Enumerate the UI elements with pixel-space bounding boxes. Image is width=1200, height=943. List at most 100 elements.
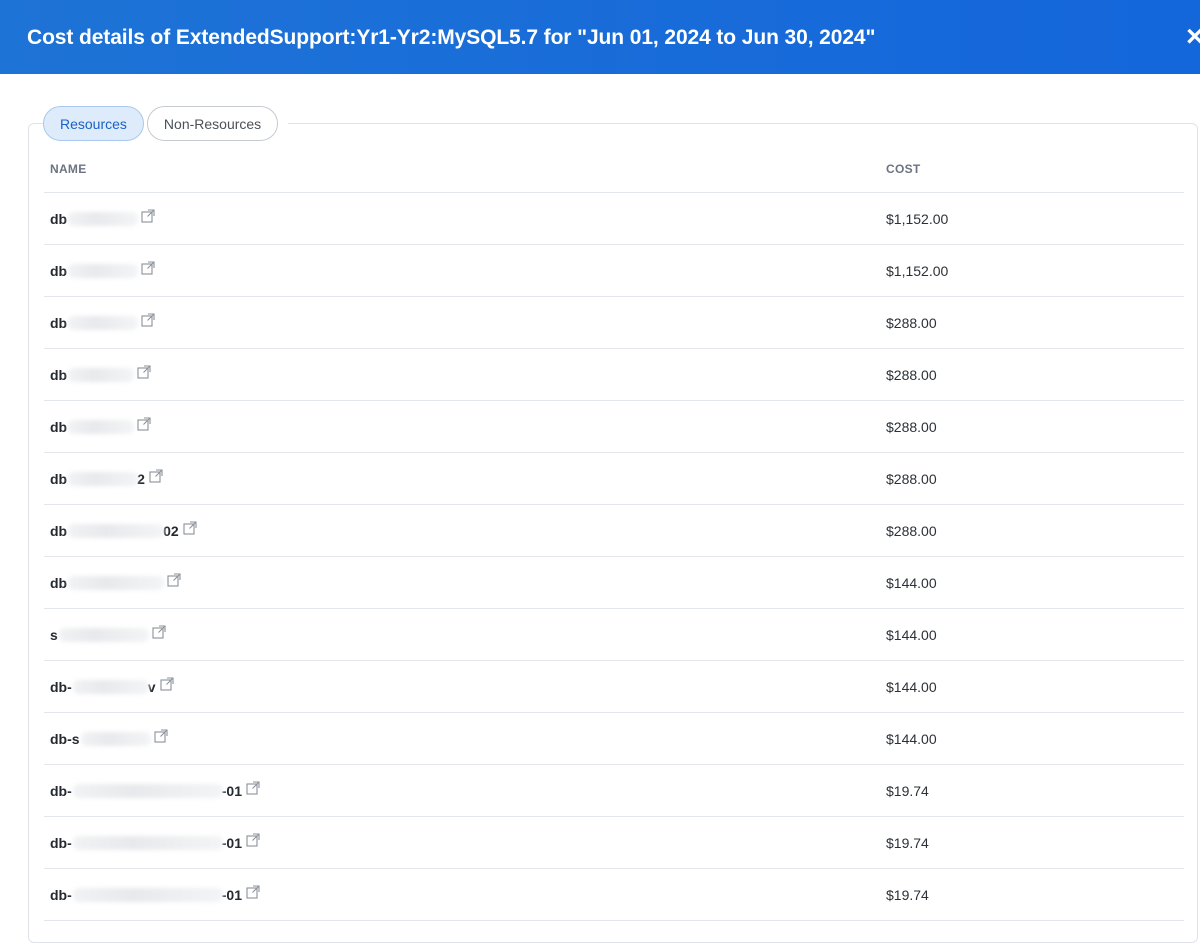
cost-value: $144.00 xyxy=(886,627,937,643)
tab-non-resources[interactable]: Non-Resources xyxy=(146,106,279,141)
resource-name-prefix: db xyxy=(50,315,68,331)
table-row: db- -01 $19.74 xyxy=(44,765,1184,817)
resource-name-prefix: db xyxy=(50,471,68,487)
redacted-text xyxy=(72,888,223,902)
table-row: db $1,152.00 xyxy=(44,245,1184,297)
cost-value: $288.00 xyxy=(886,471,937,487)
resource-name[interactable]: db xyxy=(50,261,155,279)
external-link-icon[interactable] xyxy=(246,885,260,899)
external-link-icon[interactable] xyxy=(154,729,168,743)
table-row: db-s $144.00 xyxy=(44,713,1184,765)
redacted-text xyxy=(58,628,149,642)
table-row: db $1,152.00 xyxy=(44,193,1184,245)
table-row: db $144.00 xyxy=(44,557,1184,609)
resource-name[interactable]: db xyxy=(50,209,155,227)
cost-value: $144.00 xyxy=(886,575,937,591)
resource-name[interactable]: db- -01 xyxy=(50,885,260,903)
cost-value: $288.00 xyxy=(886,315,937,331)
tab-bar: Resources Non-Resources xyxy=(43,106,289,142)
table-row: db- -01 $19.74 xyxy=(44,817,1184,869)
external-link-icon[interactable] xyxy=(183,521,197,535)
resource-name-prefix: db xyxy=(50,263,68,279)
cost-value: $288.00 xyxy=(886,523,937,539)
redacted-text xyxy=(68,264,139,278)
resource-name-suffix: v xyxy=(147,679,156,695)
external-link-icon[interactable] xyxy=(246,833,260,847)
column-header-name[interactable]: NAME xyxy=(50,162,87,176)
redacted-text xyxy=(80,732,151,746)
external-link-icon[interactable] xyxy=(160,677,174,691)
resource-name[interactable]: db xyxy=(50,365,151,383)
external-link-icon[interactable] xyxy=(149,469,163,483)
resource-name-prefix: db xyxy=(50,211,68,227)
resource-name[interactable]: db-v xyxy=(50,677,174,695)
cost-value: $144.00 xyxy=(886,731,937,747)
table-row: db 02 $288.00 xyxy=(44,505,1184,557)
cost-value: $19.74 xyxy=(886,887,929,903)
external-link-icon[interactable] xyxy=(141,313,155,327)
table-row: db $288.00 xyxy=(44,349,1184,401)
resource-name-prefix: db- xyxy=(50,835,72,851)
table-header: NAME COST xyxy=(44,142,1184,193)
column-header-cost[interactable]: COST xyxy=(886,162,921,176)
resource-name[interactable]: db- -01 xyxy=(50,781,260,799)
resource-name-prefix: db-s xyxy=(50,731,80,747)
resource-name-suffix: -01 xyxy=(221,887,242,903)
resource-name-prefix: db xyxy=(50,419,68,435)
cost-value: $19.74 xyxy=(886,835,929,851)
resource-name[interactable]: db xyxy=(50,417,151,435)
table-row: db $288.00 xyxy=(44,401,1184,453)
external-link-icon[interactable] xyxy=(141,209,155,223)
resource-name[interactable]: db-s xyxy=(50,729,168,747)
resource-name[interactable]: db 2 xyxy=(50,469,163,487)
cost-value: $288.00 xyxy=(886,367,937,383)
redacted-text xyxy=(72,680,149,694)
redacted-text xyxy=(68,576,165,590)
resource-name-prefix: db- xyxy=(50,887,72,903)
cost-value: $19.74 xyxy=(886,783,929,799)
redacted-text xyxy=(68,420,135,434)
redacted-text xyxy=(72,836,223,850)
resource-name[interactable]: db 02 xyxy=(50,521,197,539)
resource-name-suffix: -01 xyxy=(221,835,242,851)
cost-value: $1,152.00 xyxy=(886,211,949,227)
tab-resources[interactable]: Resources xyxy=(43,106,144,141)
cost-value: $288.00 xyxy=(886,419,937,435)
table-body: db $1,152.00 db $1,152.00 db $288.00 db $288.00… xyxy=(44,193,1184,921)
resource-name-prefix: db xyxy=(50,523,68,539)
external-link-icon[interactable] xyxy=(246,781,260,795)
resource-name-suffix: -01 xyxy=(221,783,242,799)
table-row: s $144.00 xyxy=(44,609,1184,661)
external-link-icon[interactable] xyxy=(137,417,151,431)
resource-name-prefix: s xyxy=(50,627,58,643)
redacted-text xyxy=(68,212,139,226)
table-row: db- -01 $19.74 xyxy=(44,869,1184,921)
external-link-icon[interactable] xyxy=(152,625,166,639)
redacted-text xyxy=(68,316,139,330)
cost-value: $1,152.00 xyxy=(886,263,949,279)
external-link-icon[interactable] xyxy=(167,573,181,587)
redacted-text xyxy=(68,472,139,486)
resource-name[interactable]: db xyxy=(50,313,155,331)
table-row: db-v $144.00 xyxy=(44,661,1184,713)
resource-name-prefix: db- xyxy=(50,679,72,695)
resource-name[interactable]: db xyxy=(50,573,181,591)
resource-name-prefix: db xyxy=(50,575,68,591)
redacted-text xyxy=(68,524,165,538)
resource-name-suffix: 2 xyxy=(137,471,145,487)
cost-table: NAME COST db $1,152.00 db $1,152.00 db $288.0… xyxy=(44,142,1184,921)
resource-name[interactable]: db- -01 xyxy=(50,833,260,851)
external-link-icon[interactable] xyxy=(141,261,155,275)
redacted-text xyxy=(68,368,135,382)
table-row: db $288.00 xyxy=(44,297,1184,349)
table-row: db 2 $288.00 xyxy=(44,453,1184,505)
cost-value: $144.00 xyxy=(886,679,937,695)
close-icon[interactable]: × xyxy=(1186,22,1200,52)
redacted-text xyxy=(72,784,223,798)
resource-name-prefix: db xyxy=(50,367,68,383)
modal-header: Cost details of ExtendedSupport:Yr1-Yr2:… xyxy=(0,0,1200,74)
resource-name-suffix: 02 xyxy=(163,523,179,539)
external-link-icon[interactable] xyxy=(137,365,151,379)
resource-name-prefix: db- xyxy=(50,783,72,799)
resource-name[interactable]: s xyxy=(50,625,166,643)
